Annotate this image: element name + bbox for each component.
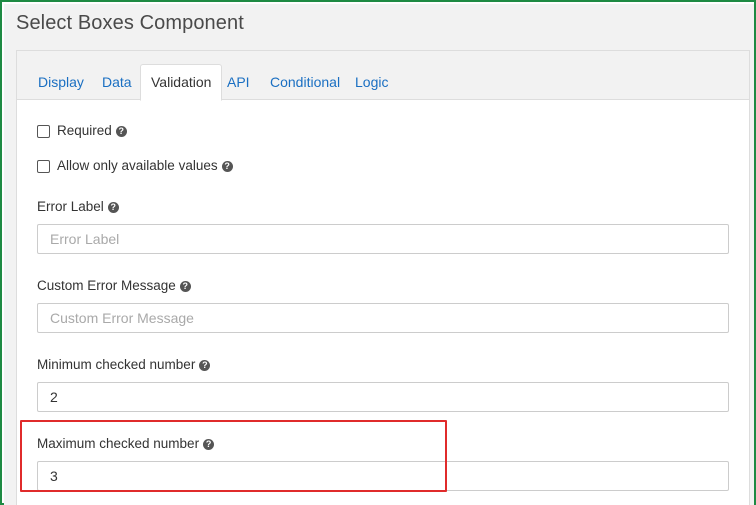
tab-logic[interactable]: Logic — [355, 64, 388, 100]
error-label-field-label: Error Label? — [37, 199, 119, 214]
required-checkbox[interactable] — [37, 125, 50, 138]
tab-display[interactable]: Display — [38, 64, 84, 100]
only-available-label: Allow only available values — [57, 158, 218, 173]
window-frame: Select Boxes Component Display Data Vali… — [0, 0, 756, 505]
only-available-option[interactable]: Allow only available values? — [37, 158, 233, 173]
max-checked-input[interactable]: 3 — [37, 461, 729, 491]
min-checked-field-label: Minimum checked number? — [37, 357, 211, 372]
custom-error-field-label: Custom Error Message? — [37, 278, 191, 293]
help-icon[interactable]: ? — [199, 360, 211, 371]
tab-bar: Display Data Validation API Conditional … — [17, 51, 749, 101]
settings-panel: Display Data Validation API Conditional … — [16, 50, 750, 505]
required-option[interactable]: Required? — [37, 123, 127, 138]
help-icon[interactable]: ? — [115, 126, 127, 137]
min-checked-input[interactable]: 2 — [37, 382, 729, 412]
tab-conditional[interactable]: Conditional — [270, 64, 340, 100]
only-available-checkbox[interactable] — [37, 160, 50, 173]
tab-validation[interactable]: Validation — [140, 64, 223, 101]
max-checked-field-label: Maximum checked number? — [37, 436, 215, 451]
tab-data[interactable]: Data — [102, 64, 132, 100]
required-label: Required — [57, 123, 112, 138]
component-dialog: Select Boxes Component Display Data Vali… — [4, 4, 754, 505]
max-checked-text: Maximum checked number — [37, 436, 200, 451]
custom-error-text: Custom Error Message — [37, 278, 176, 293]
help-icon[interactable]: ? — [221, 161, 233, 172]
error-label-text: Error Label — [37, 199, 104, 214]
dialog-title: Select Boxes Component — [16, 12, 244, 34]
error-label-input[interactable]: Error Label — [37, 224, 729, 254]
help-icon[interactable]: ? — [107, 202, 119, 213]
help-icon[interactable]: ? — [203, 439, 215, 450]
help-icon[interactable]: ? — [179, 281, 191, 292]
min-checked-text: Minimum checked number — [37, 357, 196, 372]
custom-error-input[interactable]: Custom Error Message — [37, 303, 729, 333]
tab-api[interactable]: API — [227, 64, 250, 100]
